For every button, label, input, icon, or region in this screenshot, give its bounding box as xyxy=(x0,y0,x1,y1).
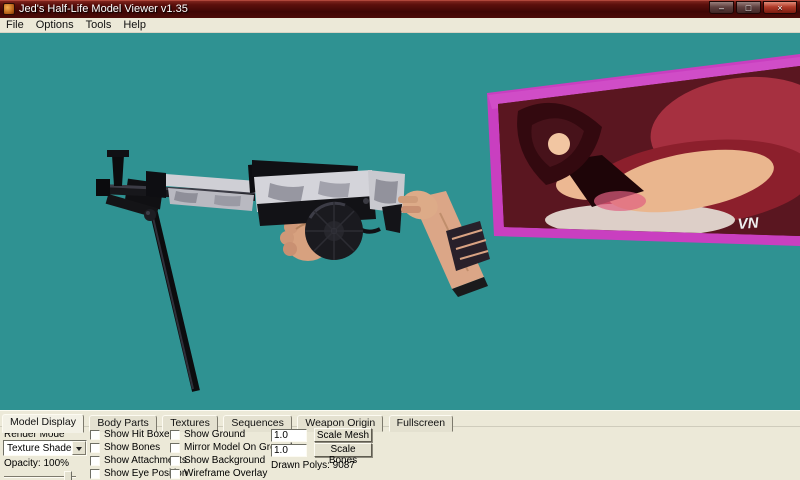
render-mode-value: Texture Shaded xyxy=(7,442,72,454)
scale-mesh-button[interactable]: Scale Mesh xyxy=(314,428,372,442)
tab-strip: Model Display Body Parts Textures Sequen… xyxy=(0,411,800,433)
app-icon xyxy=(3,3,15,15)
checkbox-label: Show Hit Boxes xyxy=(104,429,175,440)
checkbox-box[interactable] xyxy=(90,442,100,453)
model-viewport[interactable]: VN xyxy=(0,33,800,410)
control-panel: Model Display Body Parts Textures Sequen… xyxy=(0,410,800,480)
drum-magazine xyxy=(305,201,363,260)
titlebar[interactable]: Jed's Half-Life Model Viewer v1.35 – □ × xyxy=(0,0,800,18)
checkbox-box[interactable] xyxy=(90,429,100,440)
menu-tools[interactable]: Tools xyxy=(80,18,118,33)
checkbox-label: Show Ground xyxy=(184,429,246,440)
checkbox-label: Wireframe Overlay xyxy=(184,468,268,479)
drawn-polys-label: Drawn Polys: 9087 xyxy=(271,460,355,471)
checkbox-box[interactable] xyxy=(170,468,180,479)
tab-model-display[interactable]: Model Display xyxy=(2,414,84,433)
checkbox-show-bones[interactable]: Show Bones xyxy=(90,442,160,453)
menu-file[interactable]: File xyxy=(0,18,30,33)
checkbox-label: Show Bones xyxy=(104,442,161,453)
window-controls: – □ × xyxy=(709,1,797,14)
checkbox-label: Show Background xyxy=(184,455,266,466)
scale-mesh-input[interactable] xyxy=(271,429,307,442)
checkbox-wireframe-overlay[interactable]: Wireframe Overlay xyxy=(170,468,267,479)
checkbox-box[interactable] xyxy=(170,429,180,440)
checkbox-show-background[interactable]: Show Background xyxy=(170,455,265,466)
checkbox-box[interactable] xyxy=(90,468,100,479)
slider-thumb[interactable] xyxy=(64,471,72,480)
minimize-button[interactable]: – xyxy=(709,1,734,14)
checkbox-show-ground[interactable]: Show Ground xyxy=(170,429,245,440)
model-display-controls: Render Mode Texture Shaded Opacity: 100%… xyxy=(0,427,800,480)
scale-bones-button[interactable]: Scale Bones xyxy=(314,443,372,466)
billboard-watermark: VN xyxy=(737,214,760,232)
viewport-render: VN xyxy=(0,33,800,410)
checkbox-box[interactable] xyxy=(170,442,180,453)
opacity-label: Opacity: 100% xyxy=(4,458,70,469)
close-button[interactable]: × xyxy=(763,1,797,14)
scale-bones-input[interactable] xyxy=(271,444,307,457)
checkbox-show-hit-boxes[interactable]: Show Hit Boxes xyxy=(90,429,175,440)
render-mode-select[interactable]: Texture Shaded xyxy=(3,440,87,456)
menu-help[interactable]: Help xyxy=(117,18,152,33)
app-window: Jed's Half-Life Model Viewer v1.35 – □ ×… xyxy=(0,0,800,480)
checkbox-box[interactable] xyxy=(90,455,100,466)
chevron-down-icon[interactable] xyxy=(72,441,86,455)
window-title: Jed's Half-Life Model Viewer v1.35 xyxy=(19,3,188,15)
menu-options[interactable]: Options xyxy=(30,18,80,33)
maximize-button[interactable]: □ xyxy=(736,1,761,14)
checkbox-box[interactable] xyxy=(170,455,180,466)
opacity-slider[interactable] xyxy=(4,471,76,480)
menu-bar: File Options Tools Help xyxy=(0,18,800,33)
